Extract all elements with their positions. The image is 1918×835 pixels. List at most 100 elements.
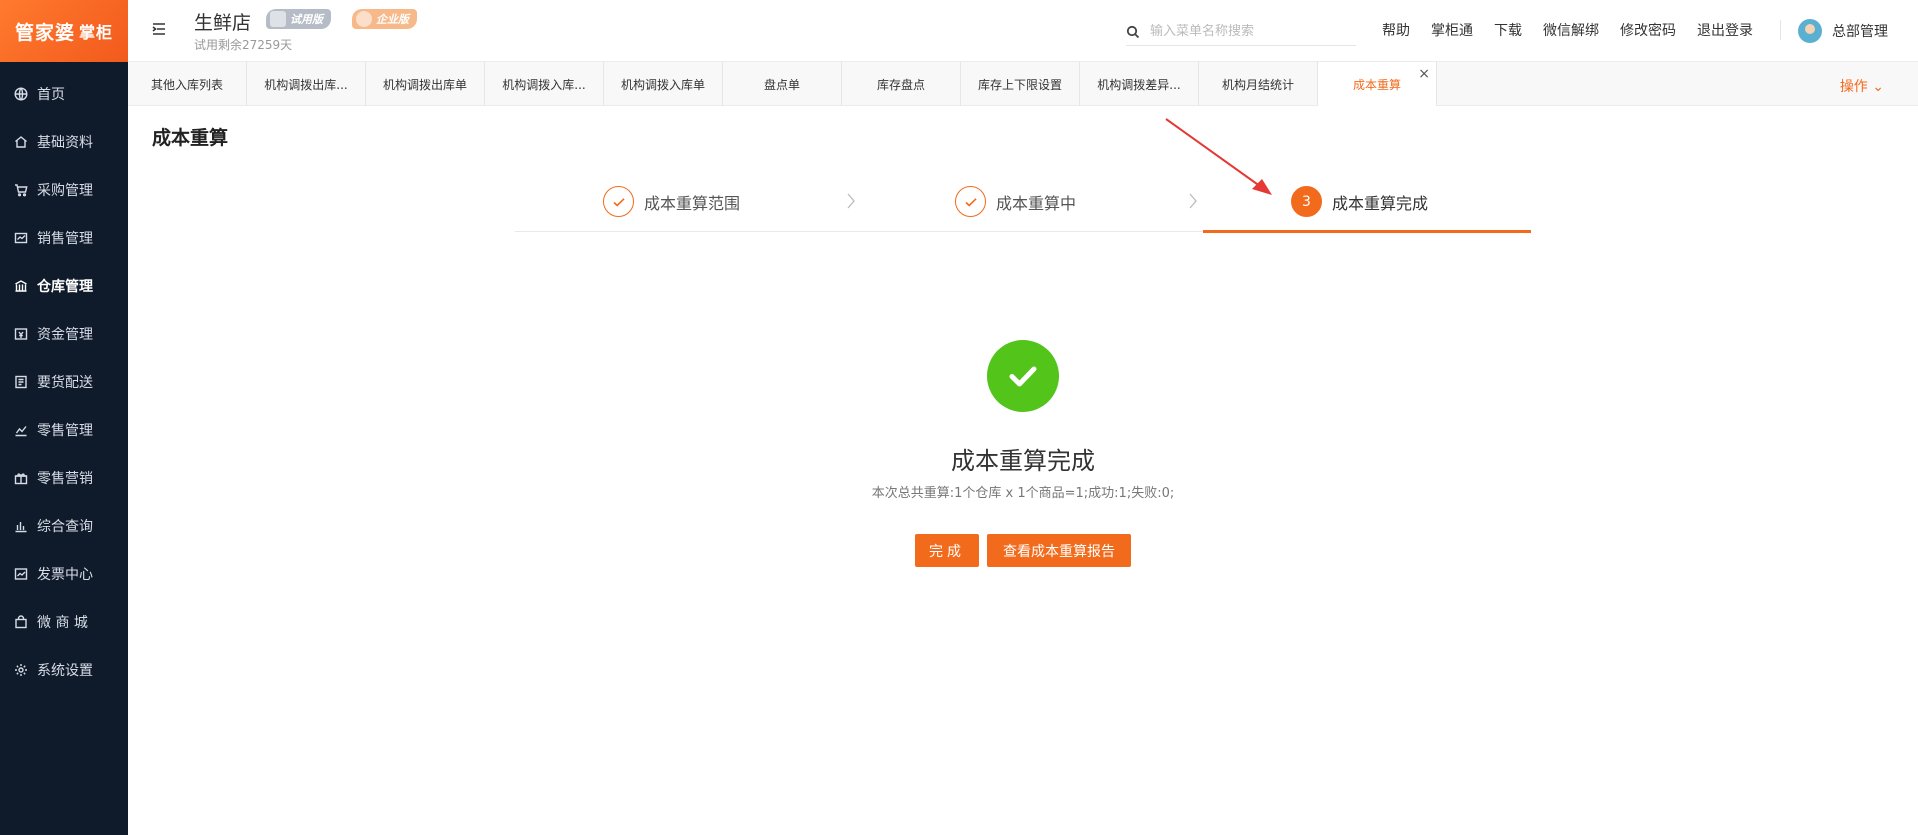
tab-other-inbound-list[interactable]: 其他入库列表 <box>128 62 247 106</box>
shop-icon <box>14 615 28 629</box>
sidebar-item-label: 资金管理 <box>37 327 93 343</box>
warehouse-icon <box>14 279 28 293</box>
close-icon[interactable]: × <box>1418 66 1430 82</box>
trial-badge: 试用版 <box>266 9 331 29</box>
menu-search-input[interactable] <box>1150 24 1340 39</box>
tab-label: 机构调拨差异... <box>1097 77 1181 92</box>
sidebar-item-settings[interactable]: 系统设置 <box>0 646 128 694</box>
sidebar-item-delivery[interactable]: 要货配送 <box>0 358 128 406</box>
tab-label: 机构月结统计 <box>1221 77 1294 92</box>
user-menu[interactable]: 总部管理 <box>1798 19 1888 43</box>
tab-label: 库存上下限设置 <box>977 77 1062 92</box>
sidebar-item-label: 零售管理 <box>37 423 93 439</box>
step-in-progress: 成本重算中 <box>955 186 1076 217</box>
top-header: 生鲜店 试用版 企业版 试用剩余27259天 帮助 掌柜通 下载 微信解绑 修改… <box>128 0 1918 62</box>
step-complete: 3 成本重算完成 <box>1291 186 1428 217</box>
sidebar-item-basic-data[interactable]: 基础资料 <box>0 118 128 166</box>
tab-bar: 其他入库列表 机构调拨出库... 机构调拨出库单 机构调拨入库... 机构调拨入… <box>128 62 1918 106</box>
step-label: 成本重算范围 <box>644 193 741 213</box>
bar-chart-icon <box>14 519 28 533</box>
sidebar-item-query[interactable]: 综合查询 <box>0 502 128 550</box>
sidebar-item-label: 微 商 城 <box>37 615 88 631</box>
sidebar-item-home[interactable]: 首页 <box>0 70 128 118</box>
tab-cost-recalc[interactable]: 成本重算 × <box>1318 62 1437 106</box>
cart-icon <box>14 183 28 197</box>
sidebar-item-label: 综合查询 <box>37 519 93 535</box>
check-icon <box>955 186 986 217</box>
tab-inventory-stocktake[interactable]: 库存盘点 <box>842 62 961 106</box>
logo-sub-text: 掌柜 <box>79 23 114 42</box>
tab-label: 成本重算 <box>1352 77 1401 92</box>
tab-stock-limits[interactable]: 库存上下限设置 <box>961 62 1080 106</box>
menu-search <box>1126 18 1356 46</box>
tab-label: 机构调拨出库... <box>264 77 348 92</box>
delivery-icon <box>14 375 28 389</box>
money-icon <box>14 327 28 341</box>
sidebar-item-shop[interactable]: 微 商 城 <box>0 598 128 646</box>
store-name: 生鲜店 <box>194 12 252 34</box>
chart-icon <box>14 423 28 437</box>
tab-transfer-out-list[interactable]: 机构调拨出库... <box>247 62 366 106</box>
result-title: 成本重算完成 <box>951 447 1095 475</box>
sales-icon <box>14 231 28 245</box>
result-description: 本次总共重算:1个仓库 x 1个商品=1;成功:1;失败:0; <box>871 486 1175 501</box>
invoice-icon <box>14 567 28 581</box>
success-check-icon <box>987 340 1059 412</box>
check-icon <box>603 186 634 217</box>
sidebar: 管家婆 掌柜 首页 基础资料 采购管理 销售管理 仓库管理 资金管理 要货配送 … <box>0 0 128 835</box>
help-link[interactable]: 帮助 <box>1382 20 1410 40</box>
view-report-button[interactable]: 查看成本重算报告 <box>987 534 1131 567</box>
step-range: 成本重算范围 <box>603 186 740 217</box>
zhanguitong-link[interactable]: 掌柜通 <box>1431 20 1473 40</box>
result-actions: 完成 查看成本重算报告 <box>915 534 1139 567</box>
tab-label: 机构调拨入库单 <box>620 77 705 92</box>
tab-stocktake-order[interactable]: 盘点单 <box>723 62 842 106</box>
sidebar-item-sales[interactable]: 销售管理 <box>0 214 128 262</box>
menu-toggle-icon[interactable] <box>150 20 168 38</box>
logout-link[interactable]: 退出登录 <box>1697 20 1753 40</box>
download-link[interactable]: 下载 <box>1494 20 1522 40</box>
search-icon <box>1126 25 1140 38</box>
tab-transfer-diff[interactable]: 机构调拨差异... <box>1080 62 1199 106</box>
sidebar-item-label: 要货配送 <box>37 375 93 391</box>
sidebar-nav: 首页 基础资料 采购管理 销售管理 仓库管理 资金管理 要货配送 零售管理 零售… <box>0 62 128 694</box>
tab-monthly-stats[interactable]: 机构月结统计 <box>1199 62 1318 106</box>
annotation-arrow-icon <box>1165 118 1272 195</box>
gear-icon <box>14 663 28 677</box>
sidebar-item-label: 销售管理 <box>37 231 93 247</box>
app-root: 管家婆 掌柜 首页 基础资料 采购管理 销售管理 仓库管理 资金管理 要货配送 … <box>0 0 1918 835</box>
tab-transfer-in-order[interactable]: 机构调拨入库单 <box>604 62 723 106</box>
enterprise-badge-label: 企业版 <box>376 13 409 26</box>
tab-transfer-in-list[interactable]: 机构调拨入库... <box>485 62 604 106</box>
operations-dropdown[interactable]: 操作 ⌄ <box>1840 76 1884 96</box>
step-number: 3 <box>1291 186 1322 217</box>
sidebar-item-purchase[interactable]: 采购管理 <box>0 166 128 214</box>
sidebar-item-finance[interactable]: 资金管理 <box>0 310 128 358</box>
done-button[interactable]: 完成 <box>915 534 979 567</box>
sidebar-item-label: 基础资料 <box>37 135 93 151</box>
sidebar-item-label: 系统设置 <box>37 663 93 679</box>
sidebar-item-label: 仓库管理 <box>37 279 93 295</box>
top-links: 帮助 掌柜通 下载 微信解绑 修改密码 退出登录 <box>1382 20 1774 40</box>
star-icon <box>356 11 372 27</box>
header-divider <box>1780 20 1781 40</box>
sidebar-item-warehouse[interactable]: 仓库管理 <box>0 262 128 310</box>
user-name: 总部管理 <box>1832 24 1888 40</box>
logo: 管家婆 掌柜 <box>0 0 128 62</box>
change-password-link[interactable]: 修改密码 <box>1620 20 1676 40</box>
tab-label: 机构调拨出库单 <box>382 77 467 92</box>
sidebar-item-label: 采购管理 <box>37 183 93 199</box>
tab-label: 盘点单 <box>763 77 800 92</box>
trial-badge-label: 试用版 <box>290 13 323 26</box>
tab-label: 其他入库列表 <box>150 77 223 92</box>
monitor-icon <box>270 11 286 27</box>
step-label: 成本重算中 <box>996 193 1077 213</box>
sidebar-item-label: 首页 <box>37 87 65 103</box>
active-step-underline <box>1203 230 1531 233</box>
home-icon <box>14 135 28 149</box>
sidebar-item-invoice[interactable]: 发票中心 <box>0 550 128 598</box>
tab-transfer-out-order[interactable]: 机构调拨出库单 <box>366 62 485 106</box>
wechat-unbind-link[interactable]: 微信解绑 <box>1543 20 1599 40</box>
sidebar-item-label: 发票中心 <box>37 567 93 583</box>
step-label: 成本重算完成 <box>1332 193 1429 213</box>
